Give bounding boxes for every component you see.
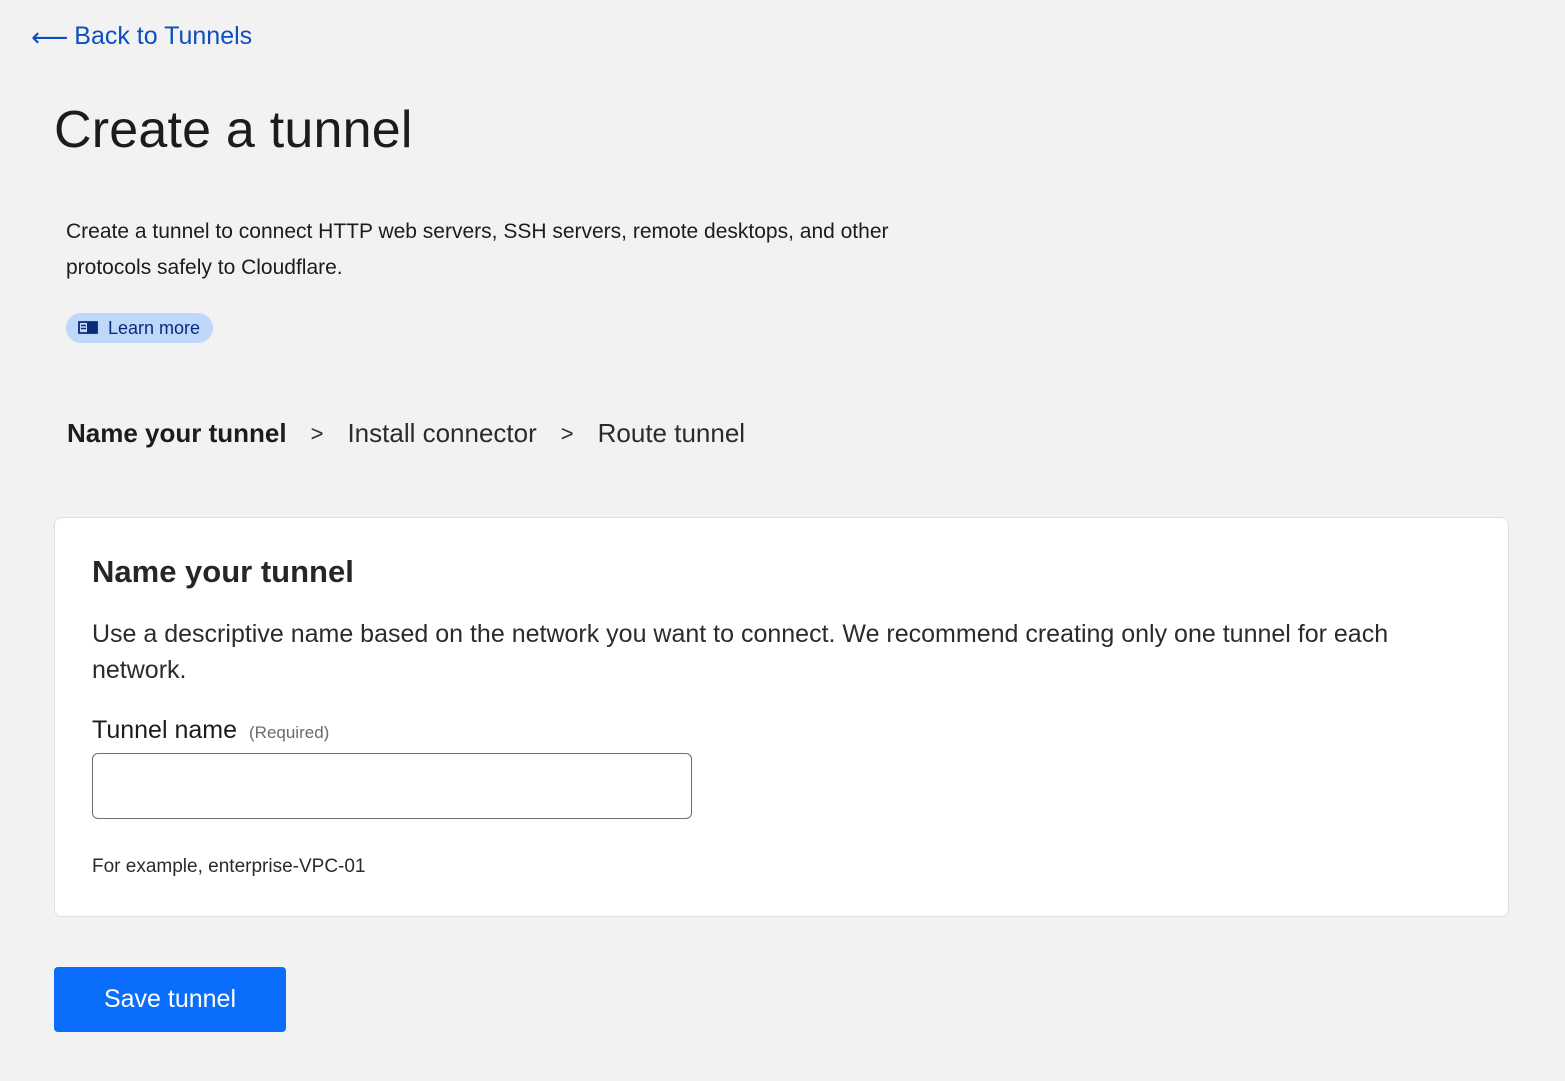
back-to-tunnels-link[interactable]: ⟵ Back to Tunnels	[31, 22, 252, 51]
intro-text: Create a tunnel to connect HTTP web serv…	[66, 220, 889, 279]
tunnel-name-label: Tunnel name (Required)	[92, 716, 329, 745]
name-tunnel-card: Name your tunnel Use a descriptive name …	[54, 517, 1509, 917]
step-install-connector: Install connector	[347, 418, 537, 448]
card-title: Name your tunnel	[92, 554, 354, 589]
step-separator: >	[310, 420, 324, 446]
learn-more-button[interactable]: Learn more	[66, 313, 214, 343]
save-tunnel-button[interactable]: Save tunnel	[54, 967, 286, 1032]
step-separator: >	[560, 420, 574, 446]
stepper: Name your tunnel > Install connector > R…	[67, 418, 745, 449]
card-description: Use a descriptive name based on the netw…	[92, 620, 1389, 684]
step-route-tunnel: Route tunnel	[597, 418, 746, 448]
tunnel-name-helper-text: For example, enterprise-VPC-01	[92, 856, 366, 877]
tunnel-name-label-text: Tunnel name	[92, 716, 237, 744]
required-indicator: (Required)	[249, 723, 330, 742]
arrow-left-icon: ⟵	[31, 21, 69, 52]
step-name-your-tunnel: Name your tunnel	[67, 418, 287, 448]
back-link-label: Back to Tunnels	[74, 22, 253, 50]
tunnel-name-input[interactable]	[92, 753, 692, 819]
learn-more-label: Learn more	[108, 317, 201, 338]
page-title: Create a tunnel	[54, 101, 413, 159]
book-icon	[78, 320, 98, 336]
